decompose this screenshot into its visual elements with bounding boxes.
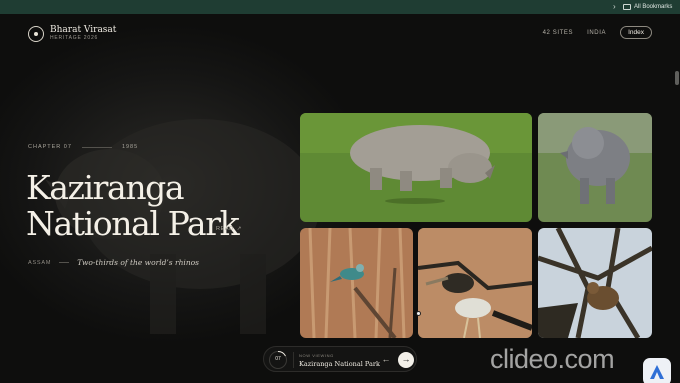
site-name: Bharat Virasat [50,25,117,35]
now-viewing-divider [293,352,294,368]
logo-mark-icon [28,25,44,42]
region-divider [59,262,70,263]
site-subtitle: HERITAGE 2026 [50,35,99,41]
chapter-divider [81,146,112,148]
chapter-label: CHAPTER 07 [28,144,72,150]
chapter-number: 07 [275,356,281,362]
photo-eagle-in-tree[interactable] [538,228,652,338]
previous-arrow-icon[interactable]: ← [378,352,394,368]
read-label: READ [216,226,234,232]
photo-rhino-grazing[interactable] [300,113,532,222]
watermark: clideo.com [490,344,615,374]
nav-country[interactable]: INDIA [587,30,606,36]
photo-roller-bird[interactable] [300,228,413,338]
read-link[interactable]: READ ↗ [216,226,242,232]
tagline: Two-thirds of the world’s rhinos [77,258,200,267]
now-viewing-label: NOW VIEWING [299,353,334,358]
region-row: ASSAM Two-thirds of the world’s rhinos [28,258,199,267]
photo-rhino-standing[interactable] [538,113,652,222]
chapter-year: 1985 [121,144,139,150]
page-title: Kaziranga National Park [26,168,240,243]
watermark-badge-icon [643,358,671,383]
folder-icon [623,4,631,10]
slider-dot-indicator[interactable] [416,311,421,316]
region-label: ASSAM [28,259,52,266]
nav-sites-count[interactable]: 42 SITES [543,30,573,36]
title-line-1: Kaziranga [26,168,185,207]
top-nav: 42 SITES INDIA Index [543,26,652,39]
now-viewing-title: Kaziranga National Park [299,360,380,368]
title-line-2: National Park [26,204,240,243]
bookmarks-bar: › All Bookmarks [0,0,680,14]
bookmarks-overflow-chevron-icon[interactable]: › [613,2,616,11]
all-bookmarks-label: All Bookmarks [634,4,673,10]
chapter-row: CHAPTER 07 1985 [28,144,138,150]
site-logo[interactable]: Bharat Virasat HERITAGE 2026 [28,25,116,42]
photo-stork[interactable] [418,228,532,338]
scrollbar-thumb[interactable] [675,71,679,85]
now-viewing-bar: 07 NOW VIEWING Kaziranga National Park ←… [263,346,417,372]
all-bookmarks-button[interactable]: All Bookmarks [623,2,672,12]
index-button[interactable]: Index [620,26,652,39]
next-arrow-icon[interactable]: → [398,352,414,368]
page: Bharat Virasat HERITAGE 2026 42 SITES IN… [0,14,680,383]
arrow-up-right-icon: ↗ [236,226,242,232]
